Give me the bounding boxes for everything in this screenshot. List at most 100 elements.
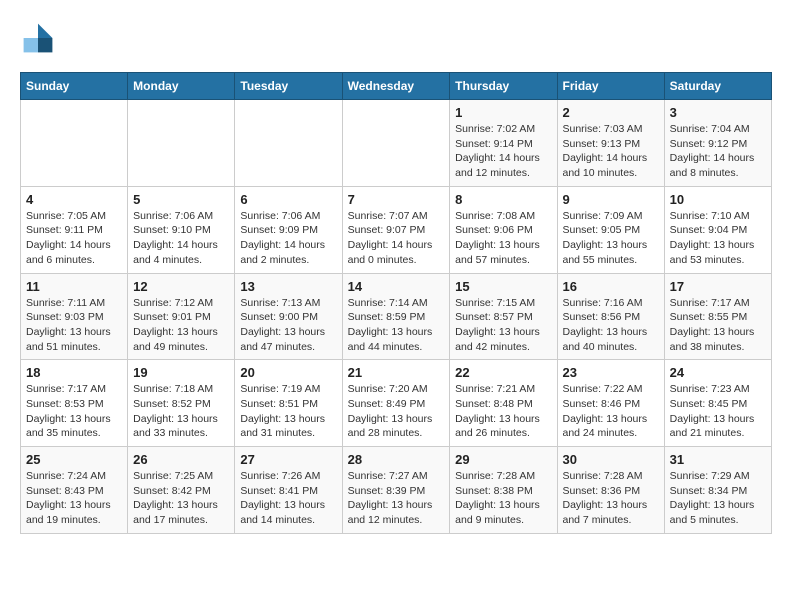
day-number: 20 [240, 365, 336, 380]
day-cell: 11Sunrise: 7:11 AMSunset: 9:03 PMDayligh… [21, 273, 128, 360]
day-number: 28 [348, 452, 445, 467]
day-number: 3 [670, 105, 766, 120]
header-sunday: Sunday [21, 73, 128, 100]
day-cell: 15Sunrise: 7:15 AMSunset: 8:57 PMDayligh… [450, 273, 557, 360]
day-number: 19 [133, 365, 229, 380]
day-number: 2 [563, 105, 659, 120]
week-row-1: 1Sunrise: 7:02 AMSunset: 9:14 PMDaylight… [21, 100, 772, 187]
day-number: 26 [133, 452, 229, 467]
day-info: Sunrise: 7:17 AMSunset: 8:55 PMDaylight:… [670, 296, 766, 355]
day-info: Sunrise: 7:03 AMSunset: 9:13 PMDaylight:… [563, 122, 659, 181]
day-number: 31 [670, 452, 766, 467]
day-info: Sunrise: 7:21 AMSunset: 8:48 PMDaylight:… [455, 382, 551, 441]
calendar-table: SundayMondayTuesdayWednesdayThursdayFrid… [20, 72, 772, 534]
day-cell: 6 Sunrise: 7:06 AMSunset: 9:09 PMDaylight… [235, 186, 342, 273]
day-number: 24 [670, 365, 766, 380]
day-number: 23 [563, 365, 659, 380]
day-number: 21 [348, 365, 445, 380]
day-info: Sunrise: 7:14 AMSunset: 8:59 PMDaylight:… [348, 296, 445, 355]
week-row-3: 11Sunrise: 7:11 AMSunset: 9:03 PMDayligh… [21, 273, 772, 360]
day-cell: 22Sunrise: 7:21 AMSunset: 8:48 PMDayligh… [450, 360, 557, 447]
day-number: 10 [670, 192, 766, 207]
header-tuesday: Tuesday [235, 73, 342, 100]
day-cell: 23 Sunrise: 7:22 AMSunset: 8:46 PMDayligh… [557, 360, 664, 447]
day-cell [21, 100, 128, 187]
day-cell: 18 Sunrise: 7:17 AMSunset: 8:53 PMDayligh… [21, 360, 128, 447]
day-cell [128, 100, 235, 187]
day-info: Sunrise: 7:23 AMSunset: 8:45 PMDaylight:… [670, 382, 766, 441]
day-cell: 8 Sunrise: 7:08 AMSunset: 9:06 PMDaylight… [450, 186, 557, 273]
day-info: Sunrise: 7:29 AMSunset: 8:34 PMDaylight:… [670, 469, 766, 528]
day-cell: 4 Sunrise: 7:05 AMSunset: 9:11 PMDaylight… [21, 186, 128, 273]
day-info: Sunrise: 7:18 AMSunset: 8:52 PMDaylight:… [133, 382, 229, 441]
header-row: SundayMondayTuesdayWednesdayThursdayFrid… [21, 73, 772, 100]
header-monday: Monday [128, 73, 235, 100]
day-info: Sunrise: 7:10 AMSunset: 9:04 PMDaylight:… [670, 209, 766, 268]
week-row-5: 25 Sunrise: 7:24 AMSunset: 8:43 PMDayligh… [21, 447, 772, 534]
day-info: Sunrise: 7:17 AMSunset: 8:53 PMDaylight:… [26, 382, 122, 441]
day-number: 29 [455, 452, 551, 467]
day-info: Sunrise: 7:02 AMSunset: 9:14 PMDaylight:… [455, 122, 551, 181]
day-cell: 7Sunrise: 7:07 AMSunset: 9:07 PMDaylight… [342, 186, 450, 273]
day-info: Sunrise: 7:05 AMSunset: 9:11 PMDaylight:… [26, 209, 122, 268]
day-info: Sunrise: 7:27 AMSunset: 8:39 PMDaylight:… [348, 469, 445, 528]
day-info: Sunrise: 7:06 AMSunset: 9:09 PMDaylight:… [240, 209, 336, 268]
day-cell: 28 Sunrise: 7:27 AMSunset: 8:39 PMDayligh… [342, 447, 450, 534]
day-info: Sunrise: 7:06 AMSunset: 9:10 PMDaylight:… [133, 209, 229, 268]
day-cell: 2 Sunrise: 7:03 AMSunset: 9:13 PMDaylight… [557, 100, 664, 187]
day-number: 25 [26, 452, 122, 467]
day-info: Sunrise: 7:13 AMSunset: 9:00 PMDaylight:… [240, 296, 336, 355]
day-cell: 30 Sunrise: 7:28 AMSunset: 8:36 PMDayligh… [557, 447, 664, 534]
day-info: Sunrise: 7:12 AMSunset: 9:01 PMDaylight:… [133, 296, 229, 355]
day-cell: 3 Sunrise: 7:04 AMSunset: 9:12 PMDaylight… [664, 100, 771, 187]
day-info: Sunrise: 7:16 AMSunset: 8:56 PMDaylight:… [563, 296, 659, 355]
day-info: Sunrise: 7:04 AMSunset: 9:12 PMDaylight:… [670, 122, 766, 181]
day-number: 27 [240, 452, 336, 467]
day-number: 14 [348, 279, 445, 294]
day-info: Sunrise: 7:19 AMSunset: 8:51 PMDaylight:… [240, 382, 336, 441]
day-cell: 16 Sunrise: 7:16 AMSunset: 8:56 PMDayligh… [557, 273, 664, 360]
day-cell: 17Sunrise: 7:17 AMSunset: 8:55 PMDayligh… [664, 273, 771, 360]
day-info: Sunrise: 7:24 AMSunset: 8:43 PMDaylight:… [26, 469, 122, 528]
day-number: 13 [240, 279, 336, 294]
day-number: 16 [563, 279, 659, 294]
page-header [20, 20, 772, 56]
day-number: 4 [26, 192, 122, 207]
day-cell: 21 Sunrise: 7:20 AMSunset: 8:49 PMDayligh… [342, 360, 450, 447]
day-number: 5 [133, 192, 229, 207]
day-info: Sunrise: 7:07 AMSunset: 9:07 PMDaylight:… [348, 209, 445, 268]
day-number: 6 [240, 192, 336, 207]
day-cell: 31 Sunrise: 7:29 AMSunset: 8:34 PMDayligh… [664, 447, 771, 534]
day-info: Sunrise: 7:28 AMSunset: 8:38 PMDaylight:… [455, 469, 551, 528]
day-info: Sunrise: 7:22 AMSunset: 8:46 PMDaylight:… [563, 382, 659, 441]
header-wednesday: Wednesday [342, 73, 450, 100]
day-cell: 26 Sunrise: 7:25 AMSunset: 8:42 PMDayligh… [128, 447, 235, 534]
day-cell: 10 Sunrise: 7:10 AMSunset: 9:04 PMDayligh… [664, 186, 771, 273]
day-info: Sunrise: 7:09 AMSunset: 9:05 PMDaylight:… [563, 209, 659, 268]
day-cell: 25 Sunrise: 7:24 AMSunset: 8:43 PMDayligh… [21, 447, 128, 534]
day-info: Sunrise: 7:20 AMSunset: 8:49 PMDaylight:… [348, 382, 445, 441]
header-thursday: Thursday [450, 73, 557, 100]
logo [20, 20, 60, 56]
day-cell: 1Sunrise: 7:02 AMSunset: 9:14 PMDaylight… [450, 100, 557, 187]
day-number: 15 [455, 279, 551, 294]
day-cell [342, 100, 450, 187]
day-number: 8 [455, 192, 551, 207]
day-number: 9 [563, 192, 659, 207]
day-info: Sunrise: 7:25 AMSunset: 8:42 PMDaylight:… [133, 469, 229, 528]
day-cell: 12 Sunrise: 7:12 AMSunset: 9:01 PMDayligh… [128, 273, 235, 360]
day-number: 18 [26, 365, 122, 380]
header-friday: Friday [557, 73, 664, 100]
day-info: Sunrise: 7:11 AMSunset: 9:03 PMDaylight:… [26, 296, 122, 355]
day-cell: 13 Sunrise: 7:13 AMSunset: 9:00 PMDayligh… [235, 273, 342, 360]
day-number: 30 [563, 452, 659, 467]
day-cell: 14 Sunrise: 7:14 AMSunset: 8:59 PMDayligh… [342, 273, 450, 360]
week-row-2: 4 Sunrise: 7:05 AMSunset: 9:11 PMDaylight… [21, 186, 772, 273]
day-cell: 20 Sunrise: 7:19 AMSunset: 8:51 PMDayligh… [235, 360, 342, 447]
day-info: Sunrise: 7:28 AMSunset: 8:36 PMDaylight:… [563, 469, 659, 528]
day-cell: 29 Sunrise: 7:28 AMSunset: 8:38 PMDayligh… [450, 447, 557, 534]
day-number: 12 [133, 279, 229, 294]
day-cell [235, 100, 342, 187]
day-info: Sunrise: 7:08 AMSunset: 9:06 PMDaylight:… [455, 209, 551, 268]
header-saturday: Saturday [664, 73, 771, 100]
